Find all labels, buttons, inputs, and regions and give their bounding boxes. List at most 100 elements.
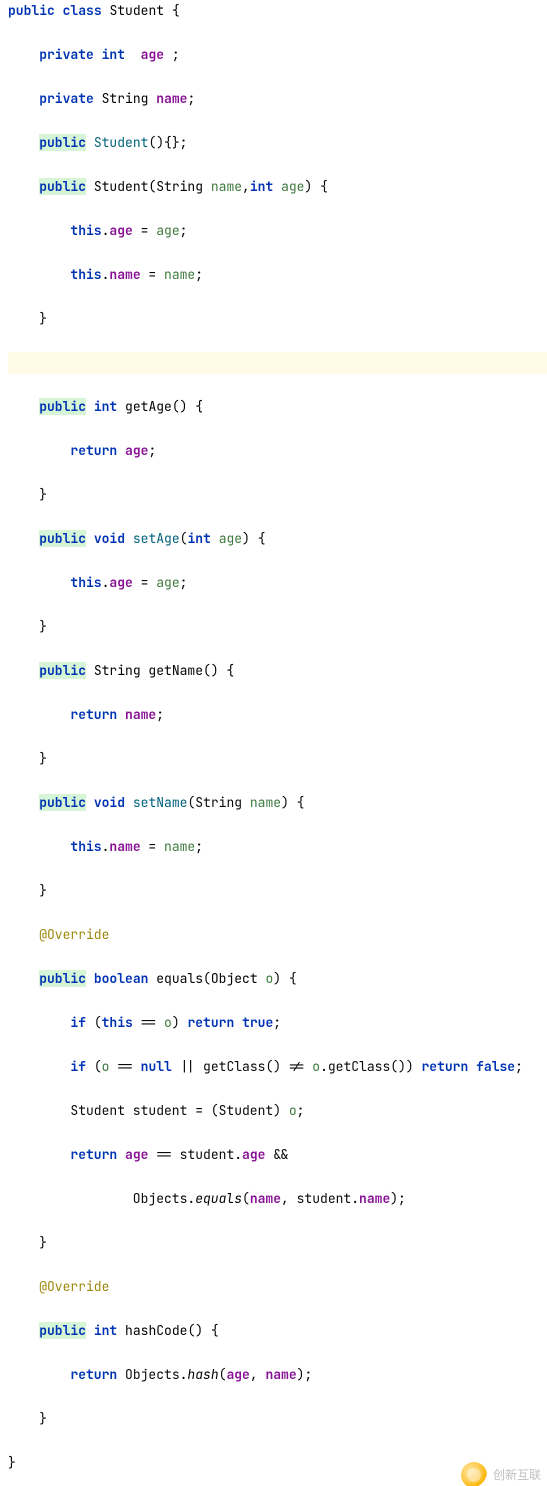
code-token: [8, 398, 39, 415]
code-token: [8, 662, 39, 679]
code-token: [8, 442, 70, 459]
code-token: [125, 530, 133, 547]
code-token: boolean: [94, 970, 149, 987]
code-token: [8, 706, 70, 723]
code-line: }: [8, 1232, 547, 1254]
code-token: null: [141, 1058, 172, 1075]
code-token: age: [226, 1366, 249, 1383]
code-line: public void setName(String name) {: [8, 792, 547, 814]
code-token: (String: [187, 794, 249, 811]
code-token: o: [102, 1058, 110, 1075]
code-token: ) {: [273, 970, 296, 987]
code-line: public void setAge(int age) {: [8, 528, 547, 550]
code-token: [125, 794, 133, 811]
code-token: ==: [109, 1058, 140, 1075]
code-token: age: [242, 1146, 265, 1163]
code-token: public: [8, 2, 55, 19]
code-token: name: [250, 794, 281, 811]
code-token: [8, 354, 16, 371]
code-token: age: [109, 222, 132, 239]
code-token: == student.: [148, 1146, 242, 1163]
code-token: [94, 46, 102, 63]
code-editor-content: public class Student { private int age ;…: [0, 0, 547, 1486]
code-token: name: [164, 838, 195, 855]
code-line: public boolean equals(Object o) {: [8, 968, 547, 990]
code-token: [117, 1146, 125, 1163]
code-token: if: [70, 1014, 86, 1031]
code-token: @Override: [39, 926, 109, 943]
code-token: equals: [195, 1190, 242, 1207]
code-line: @Override: [8, 1276, 547, 1298]
code-token: name: [164, 266, 195, 283]
code-token: this: [70, 222, 101, 239]
code-line: this.age = age;: [8, 572, 547, 594]
code-token: (: [86, 1014, 102, 1031]
code-token: [8, 530, 39, 547]
code-token: (: [219, 1366, 227, 1383]
code-token: [117, 706, 125, 723]
code-line: return Objects.hash(age, name);: [8, 1364, 547, 1386]
code-token: || getClass() !=: [172, 1058, 312, 1075]
code-token: ): [172, 1014, 188, 1031]
code-token: [8, 970, 39, 987]
code-token: ;: [180, 574, 188, 591]
code-token: }: [8, 1410, 47, 1427]
code-token: false: [476, 1058, 515, 1075]
code-token: age: [125, 442, 148, 459]
code-token: [86, 1322, 94, 1339]
code-token: (: [86, 1058, 102, 1075]
code-token: return: [70, 442, 117, 459]
code-token: true: [242, 1014, 273, 1031]
code-token: void: [94, 530, 125, 547]
code-token: }: [8, 486, 47, 503]
code-token: equals(Object: [156, 970, 265, 987]
code-token: ;: [515, 1058, 523, 1075]
code-line: }: [8, 308, 547, 330]
code-token: age: [125, 1146, 148, 1163]
code-token: String getName() {: [94, 662, 234, 679]
code-token: o: [164, 1014, 172, 1031]
code-token: [8, 46, 39, 63]
code-token: ;: [297, 1102, 305, 1119]
code-token: name: [250, 1190, 281, 1207]
code-token: ;: [148, 442, 156, 459]
code-token: }: [8, 750, 47, 767]
code-line: Objects.equals(name, student.name);: [8, 1188, 547, 1210]
code-token: [8, 926, 39, 943]
code-token: private: [39, 46, 94, 63]
code-token: ) {: [242, 530, 265, 547]
code-token: [86, 970, 94, 987]
code-line: return name;: [8, 704, 547, 726]
code-token: .: [102, 838, 110, 855]
code-token: &&: [265, 1146, 288, 1163]
code-line: public class Student {: [8, 0, 547, 22]
code-token: return: [70, 1146, 117, 1163]
code-token: o: [312, 1058, 320, 1075]
code-token: }: [8, 618, 47, 635]
code-token: [86, 178, 94, 195]
code-token: ;: [273, 1014, 281, 1031]
code-line: private String name;: [8, 88, 547, 110]
code-token: age: [281, 178, 304, 195]
code-token: public: [39, 794, 86, 811]
code-line: }: [8, 880, 547, 902]
code-token: [468, 1058, 476, 1075]
code-token: name: [156, 90, 187, 107]
code-token: public: [39, 178, 86, 195]
code-token: [86, 794, 94, 811]
code-token: if: [70, 1058, 86, 1075]
code-line: if (o == null || getClass() != o.getClas…: [8, 1056, 547, 1078]
code-token: int: [187, 530, 210, 547]
code-token: int: [94, 1322, 117, 1339]
code-token: private: [39, 90, 94, 107]
code-token: ,: [242, 178, 250, 195]
code-token: [8, 1058, 70, 1075]
code-line: this.age = age;: [8, 220, 547, 242]
code-token: age: [141, 46, 164, 63]
code-token: [125, 46, 141, 63]
code-line: return age == student.age &&: [8, 1144, 547, 1166]
code-token: setAge: [133, 530, 180, 547]
code-token: (: [242, 1190, 250, 1207]
code-token: ) {: [281, 794, 304, 811]
code-token: [8, 134, 39, 151]
